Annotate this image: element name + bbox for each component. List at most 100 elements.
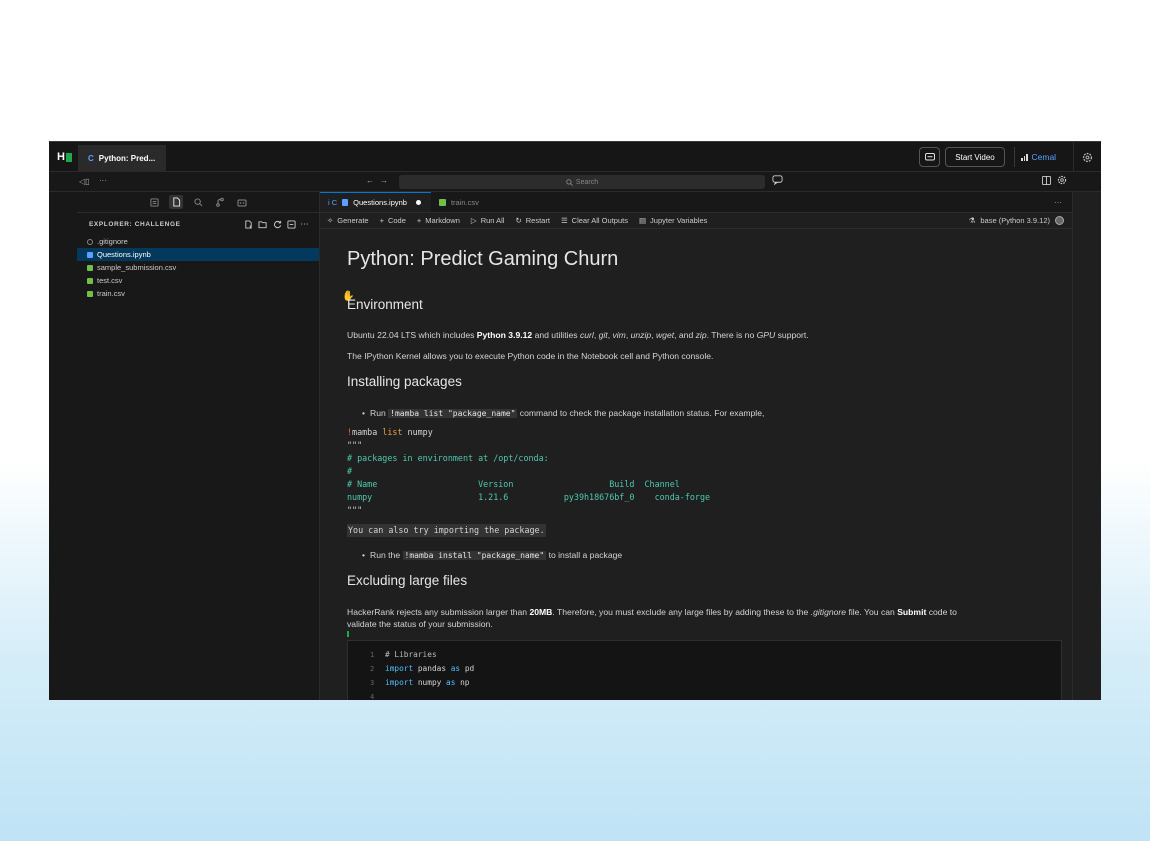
explorer-title: EXPLORER: CHALLENGE <box>89 220 181 228</box>
code-comment: numpy 1.21.6 py39h18676bf_0 conda-forge <box>347 492 711 502</box>
collapse-all-icon[interactable] <box>287 219 296 229</box>
editor-area: i C Questions.ipynb train.csv ··· ✧ Gener… <box>320 192 1072 700</box>
text: Run the <box>362 550 403 560</box>
excluding-heading: Excluding large files <box>347 573 468 588</box>
top-bar: H C Python: Pred... Start Video Cemal <box>49 142 1101 172</box>
more-actions[interactable]: ··· <box>301 221 309 228</box>
split-editor-icon[interactable] <box>1042 176 1051 187</box>
gear-icon[interactable] <box>1057 175 1067 187</box>
file-item[interactable]: sample_submission.csv <box>77 261 319 274</box>
restart-button[interactable]: ↻ Restart <box>515 216 549 225</box>
italic-text: vim <box>612 330 626 340</box>
install-bullet-1: Run !mamba list "package_name" command t… <box>362 407 1062 420</box>
chat-icon <box>924 152 935 160</box>
run-all-label: Run All <box>480 216 505 225</box>
search-icon[interactable] <box>191 195 205 209</box>
new-folder-icon[interactable] <box>258 220 268 229</box>
clear-outputs-button[interactable]: ☰ Clear All Outputs <box>561 216 628 225</box>
text: to install a package <box>546 550 623 560</box>
files-icon[interactable] <box>169 195 183 209</box>
file-item[interactable]: .gitignore <box>77 235 319 248</box>
explorer-sidebar: EXPLORER: CHALLENGE ··· .gitignore Questi… <box>77 192 320 700</box>
ide-window: H C Python: Pred... Start Video Cemal ◁▯… <box>49 141 1101 700</box>
new-file-icon[interactable] <box>244 219 253 229</box>
code-token: numpy <box>413 678 447 687</box>
file-name: test.csv <box>97 276 123 285</box>
add-code-button[interactable]: + Code <box>380 216 406 225</box>
tab-train-csv[interactable]: train.csv <box>431 192 489 212</box>
line-number: 3 <box>370 679 375 687</box>
exclude-paragraph: HackerRank rejects any submission larger… <box>347 606 1047 630</box>
more-menu[interactable]: ··· <box>99 176 107 185</box>
start-video-button[interactable]: Start Video <box>945 147 1005 167</box>
code-token: pandas <box>413 664 451 673</box>
code-cell[interactable]: 1 # Libraries 2 import pandas as pd 3 im… <box>347 640 1062 700</box>
unsaved-dot-icon[interactable] <box>415 200 421 205</box>
outline-icon[interactable] <box>147 195 161 209</box>
kernel-selector[interactable]: ⚗ base (Python 3.9.12) <box>969 216 1064 225</box>
signal-icon <box>1021 153 1028 161</box>
tab-questions-ipynb[interactable]: i C Questions.ipynb <box>320 192 431 212</box>
user-menu[interactable]: Cemal <box>1014 147 1056 167</box>
code-example: !mamba list numpy """ # packages in envi… <box>347 426 710 517</box>
right-gutter <box>1072 192 1101 700</box>
toggle-panel-icon[interactable]: ◁▯ <box>79 177 90 186</box>
kernel-paragraph: The IPython Kernel allows you to execute… <box>347 351 714 361</box>
hackerrank-logo[interactable]: H <box>57 151 72 163</box>
tab-prefix: i C <box>328 198 338 207</box>
markdown-label: Markdown <box>425 216 460 225</box>
variables-icon: ▤ <box>638 216 647 225</box>
file-item[interactable]: test.csv <box>77 274 319 287</box>
text: validate the status of your submission. <box>347 619 493 629</box>
add-markdown-button[interactable]: + Markdown <box>417 216 460 225</box>
code-comment: # packages in environment at /opt/conda: <box>347 453 549 463</box>
code-token: """ <box>347 505 363 515</box>
code-token: list <box>382 427 403 437</box>
challenge-tab[interactable]: C Python: Pred... <box>78 145 166 172</box>
search-box[interactable]: Search <box>399 175 765 189</box>
command-bar: ◁▯ ··· ←→ Search <box>49 172 1101 192</box>
file-name: .gitignore <box>97 237 128 246</box>
clear-label: Clear All Outputs <box>571 216 628 225</box>
csv-icon <box>87 290 93 297</box>
code-line: # Libraries <box>385 650 437 659</box>
history-nav[interactable]: ←→ <box>366 176 394 185</box>
logo-text: H <box>57 151 65 163</box>
tab-label: train.csv <box>450 197 479 207</box>
refresh-icon[interactable] <box>273 220 282 229</box>
italic-text: unzip <box>630 330 652 340</box>
text: support. <box>775 330 809 340</box>
line-number: 2 <box>370 665 375 673</box>
settings-button[interactable] <box>1073 142 1101 172</box>
forward-arrow-icon[interactable]: → <box>380 176 394 185</box>
text: , and <box>674 330 696 340</box>
code-label: Code <box>387 216 406 225</box>
clear-icon: ☰ <box>560 216 568 225</box>
copilot-icon[interactable] <box>772 174 783 187</box>
code-line: import pandas as pd <box>385 664 474 673</box>
file-item[interactable]: Questions.ipynb <box>77 248 319 261</box>
file-item[interactable]: train.csv <box>77 287 319 300</box>
code-token: """ <box>347 440 363 450</box>
generate-button[interactable]: ✧ Generate <box>327 216 369 225</box>
code-token: np <box>455 678 470 687</box>
notebook-icon <box>87 251 93 258</box>
gear-icon <box>87 238 93 245</box>
chat-button[interactable] <box>919 147 940 167</box>
inline-code: !mamba install "package_name" <box>402 551 547 560</box>
file-name: Questions.ipynb <box>97 250 151 259</box>
file-tree: .gitignore Questions.ipynb sample_submissi… <box>77 235 319 300</box>
jupyter-variables-button[interactable]: ▤ Jupyter Variables <box>639 216 707 225</box>
sidebar-view-icons <box>77 192 319 213</box>
back-arrow-icon[interactable]: ← <box>366 176 380 185</box>
source-control-icon[interactable] <box>213 195 227 209</box>
generate-label: Generate <box>337 216 369 225</box>
extensions-icon[interactable] <box>235 195 249 209</box>
code-keyword: import <box>385 678 414 687</box>
run-all-button[interactable]: ▷ Run All <box>471 216 505 225</box>
plus-icon: + <box>416 216 422 225</box>
import-note: You can also try importing the package. <box>347 524 546 537</box>
editor-more-actions[interactable]: ··· <box>1054 198 1062 207</box>
line-number: 1 <box>370 651 375 659</box>
activity-rail <box>49 192 77 700</box>
